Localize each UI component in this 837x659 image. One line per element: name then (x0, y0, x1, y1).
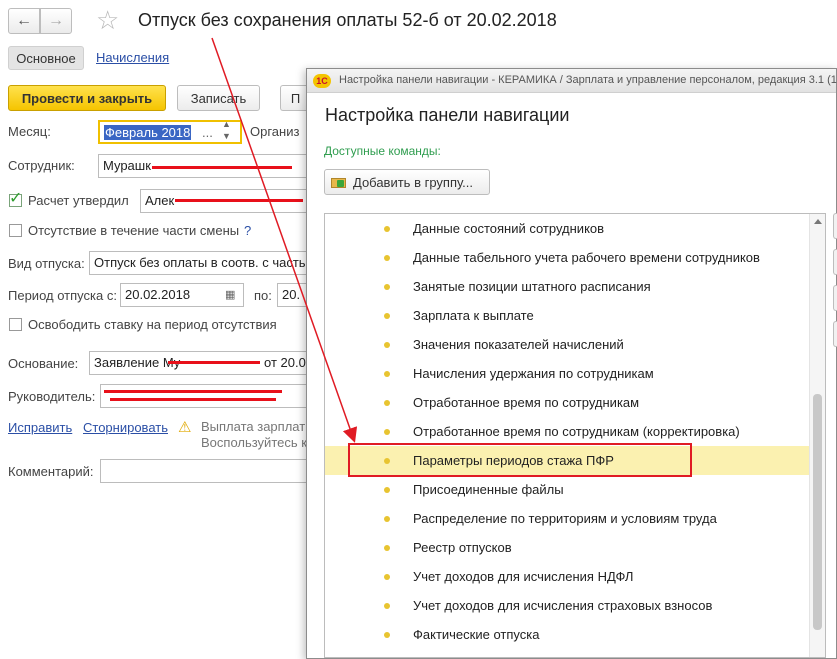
annotation-arrow (211, 37, 358, 443)
